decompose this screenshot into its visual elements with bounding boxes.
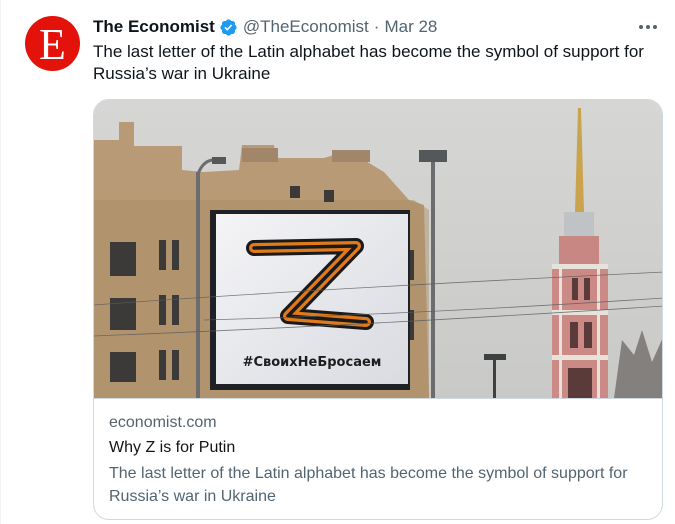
author-name[interactable]: The Economist <box>93 17 215 37</box>
link-card[interactable]: #СвоихНеБросаем economist.com Why Z is f… <box>93 99 663 520</box>
avatar[interactable]: E <box>25 16 80 71</box>
card-description: The last letter of the Latin alphabet ha… <box>109 465 628 505</box>
tweet-date[interactable]: Mar 28 <box>384 17 437 37</box>
tweet-header: The Economist @TheEconomist · Mar 28 <box>93 16 659 38</box>
more-icon[interactable] <box>637 17 659 37</box>
separator-dot: · <box>373 17 380 36</box>
card-image: #СвоихНеБросаем <box>94 100 662 398</box>
card-body: economist.com Why Z is for Putin The las… <box>94 398 662 519</box>
billboard-caption: #СвоихНеБросаем <box>243 355 382 370</box>
verified-badge-icon <box>220 18 237 36</box>
avatar-letter: E <box>39 19 66 69</box>
author-handle[interactable]: @TheEconomist <box>243 17 369 37</box>
tweet[interactable]: E The Economist @TheEconomist · Mar 28 T… <box>0 0 675 524</box>
card-title: Why Z is for Putin <box>109 439 236 456</box>
card-domain: economist.com <box>109 414 217 431</box>
tweet-text: The last letter of the Latin alphabet ha… <box>93 42 644 83</box>
